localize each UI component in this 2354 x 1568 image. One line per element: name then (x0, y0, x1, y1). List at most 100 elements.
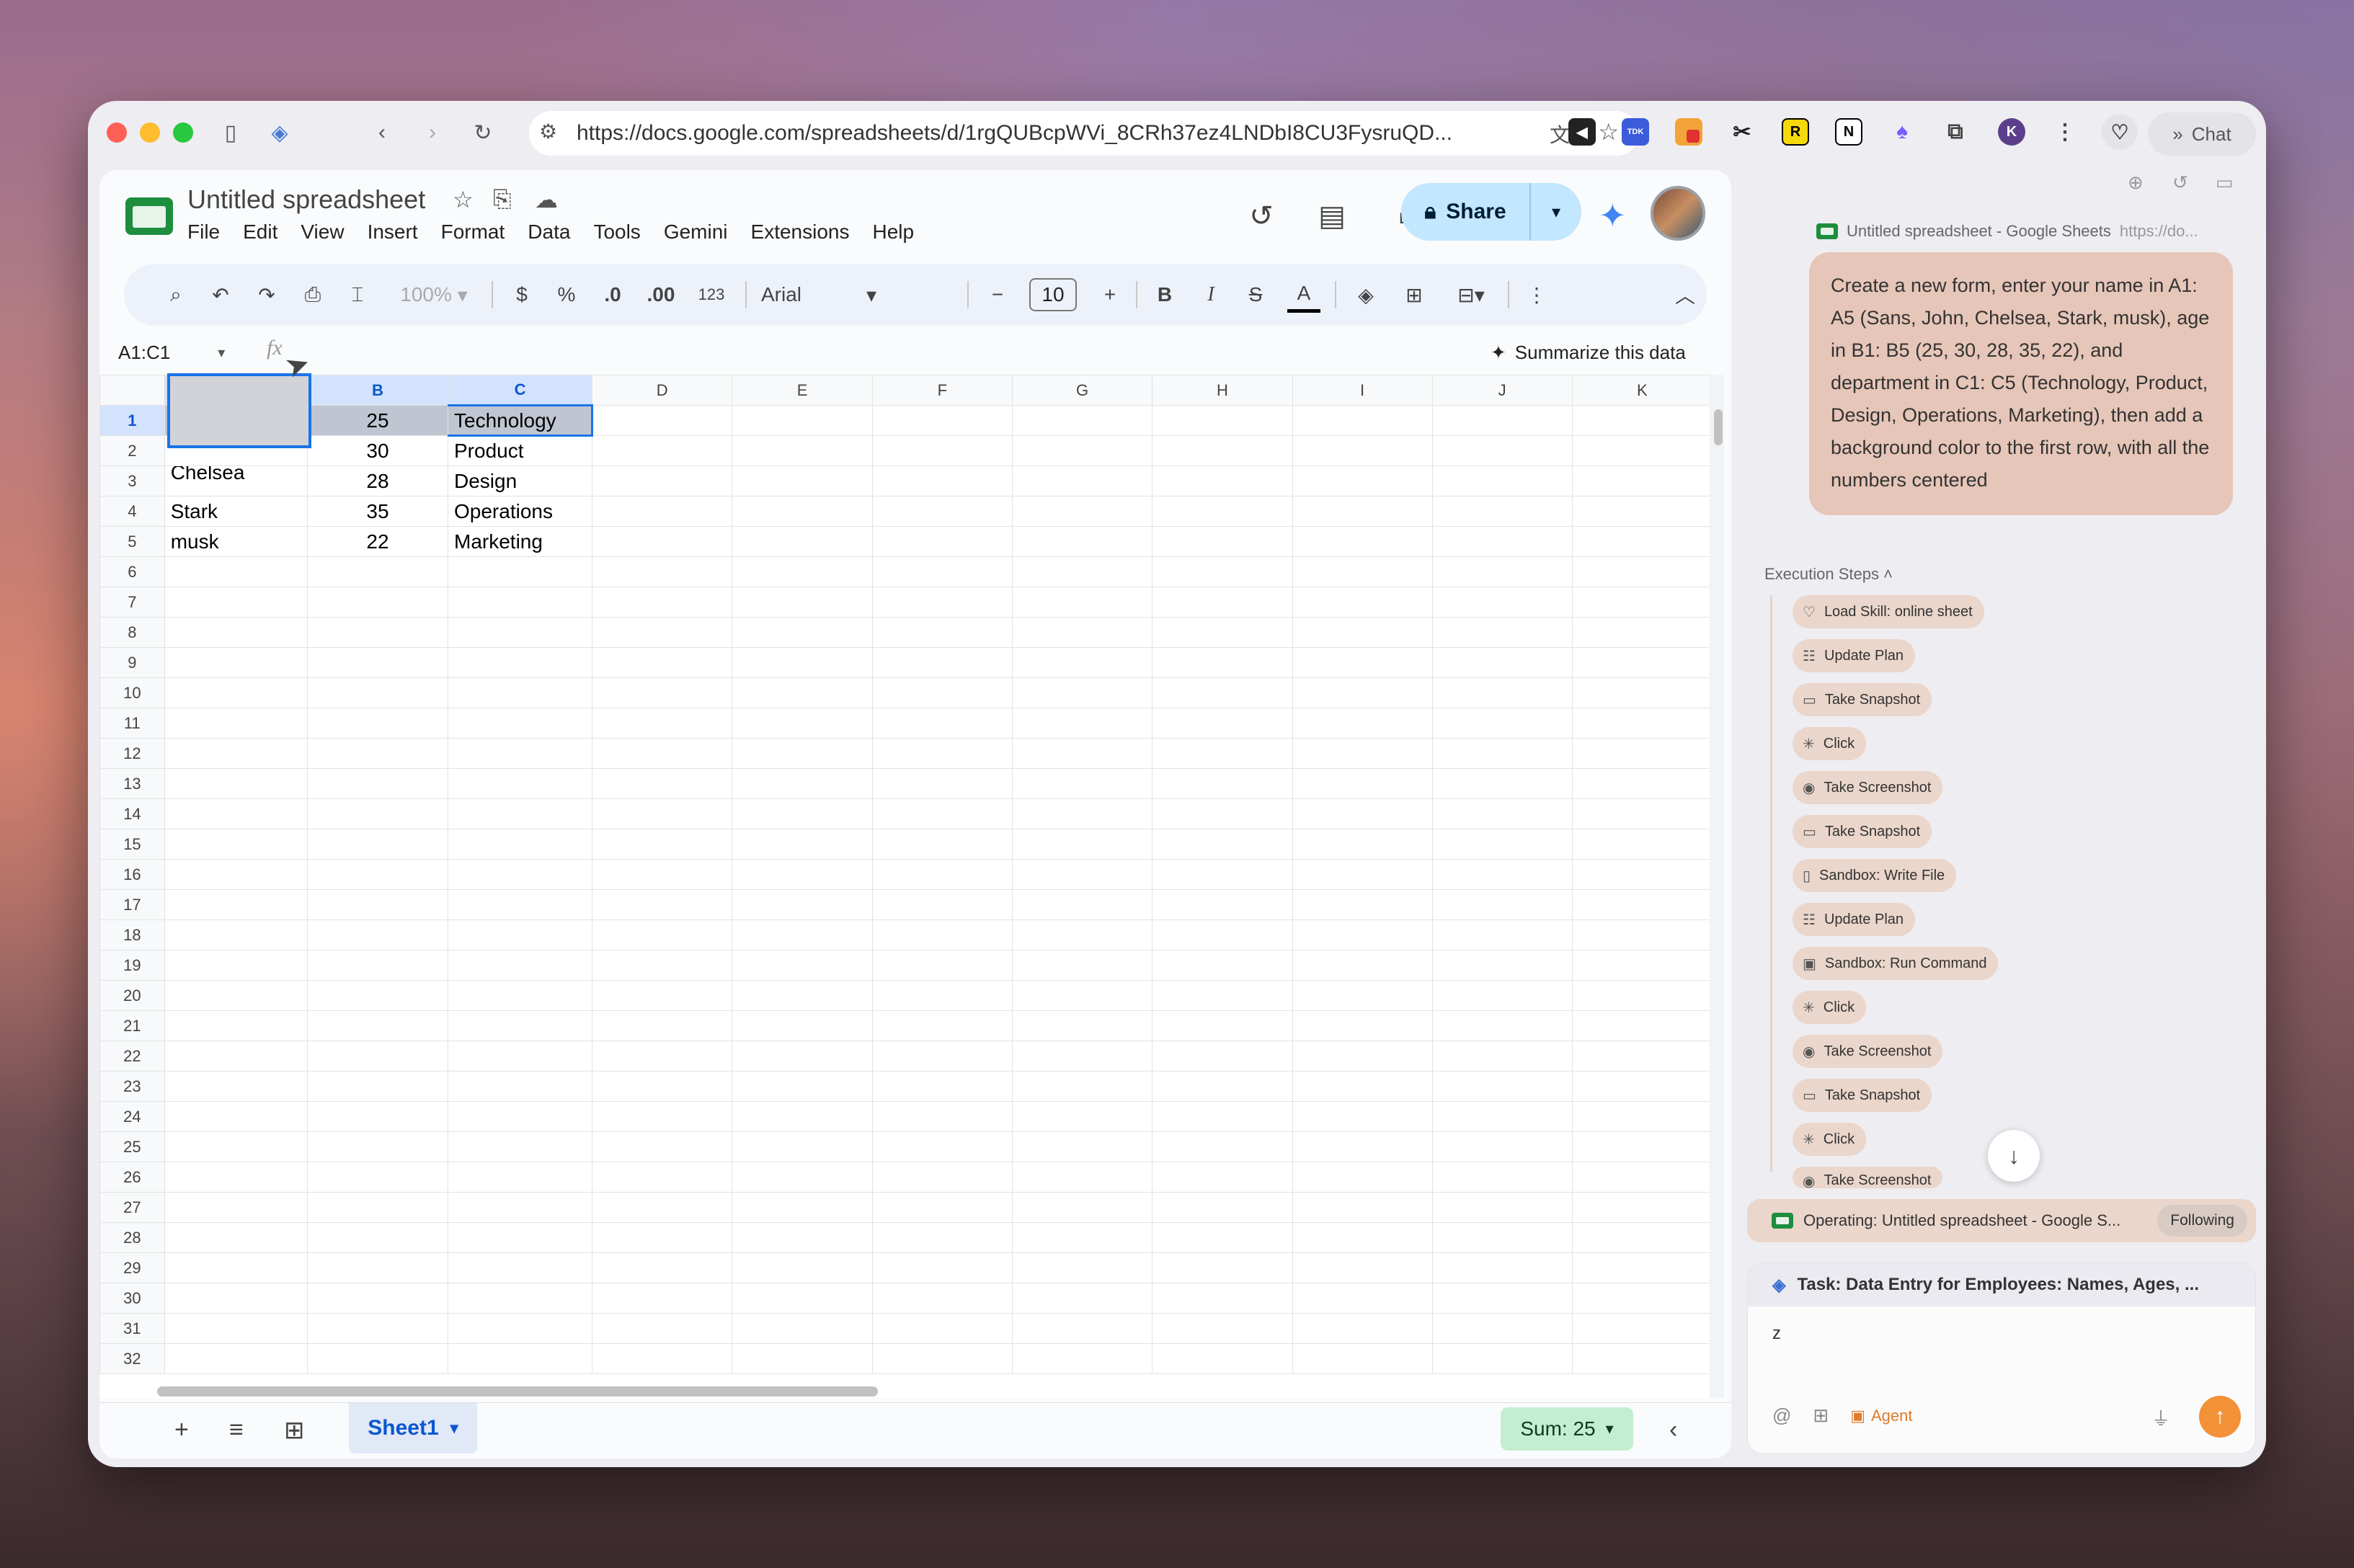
cell[interactable] (732, 738, 873, 769)
cell[interactable] (447, 980, 593, 1011)
cell[interactable] (1431, 647, 1573, 678)
cell[interactable] (1571, 405, 1713, 436)
cell[interactable] (592, 829, 733, 860)
row-header[interactable]: 29 (99, 1252, 165, 1283)
menu-help[interactable]: Help (872, 220, 914, 244)
undo-icon[interactable]: ↶ (205, 277, 236, 313)
cell[interactable] (732, 829, 873, 860)
cell[interactable] (732, 1010, 873, 1041)
share-dropdown-icon[interactable]: ▾ (1531, 202, 1581, 223)
row-header[interactable]: 23 (99, 1071, 165, 1102)
cell[interactable] (1152, 1283, 1293, 1314)
cloud-saved-icon[interactable]: ☁ (535, 186, 558, 213)
layers-icon[interactable]: ◈ (264, 117, 296, 148)
row-header[interactable]: 15 (99, 829, 165, 860)
decrease-decimal-button[interactable]: .0 (597, 277, 629, 313)
mention-icon[interactable]: @ (1772, 1404, 1791, 1427)
new-chat-icon[interactable]: ⊕ (2128, 172, 2144, 194)
cell[interactable] (1292, 950, 1433, 981)
fill-color-icon[interactable]: ◈ (1349, 277, 1382, 313)
cell[interactable] (1152, 980, 1293, 1011)
font-size-input[interactable]: 10 (1029, 278, 1077, 311)
cell-a3[interactable]: Chelsea (164, 466, 308, 496)
cell[interactable] (732, 466, 873, 496)
cell[interactable] (1571, 950, 1713, 981)
cell[interactable] (164, 677, 308, 708)
chat-button[interactable]: » Chat (2148, 112, 2256, 156)
cell[interactable] (164, 587, 308, 618)
zoom-select[interactable]: 100% ▾ (391, 277, 477, 313)
column-header-h[interactable]: H (1152, 375, 1293, 406)
cell[interactable] (1152, 405, 1293, 436)
horizontal-scrollbar-thumb[interactable] (157, 1386, 878, 1396)
column-header-e[interactable]: E (732, 375, 873, 406)
cell[interactable] (447, 1162, 593, 1193)
text-color-icon[interactable]: A (1287, 277, 1320, 313)
step-item[interactable]: ✳ Click (1793, 991, 1867, 1024)
cell[interactable] (306, 1343, 449, 1374)
cell[interactable] (1431, 556, 1573, 587)
cell[interactable] (871, 617, 1013, 648)
cell[interactable] (732, 980, 873, 1011)
cell[interactable] (1011, 1162, 1153, 1193)
cell[interactable] (732, 859, 873, 890)
cell[interactable] (871, 1131, 1013, 1162)
column-header-g[interactable]: G (1011, 375, 1153, 406)
cell[interactable] (871, 1283, 1013, 1314)
cell[interactable] (592, 1162, 733, 1193)
menu-format[interactable]: Format (441, 220, 505, 244)
merge-cells-icon[interactable]: ⊟▾ (1446, 277, 1496, 313)
cell[interactable] (1292, 1192, 1433, 1223)
cell[interactable] (871, 466, 1013, 496)
send-button[interactable]: ↑ (2199, 1396, 2241, 1438)
cell[interactable] (306, 1010, 449, 1041)
menu-extensions[interactable]: Extensions (751, 220, 850, 244)
cell[interactable] (1431, 1071, 1573, 1102)
cell[interactable] (164, 889, 308, 920)
cell[interactable] (592, 647, 733, 678)
cell[interactable] (1152, 859, 1293, 890)
cell[interactable] (1011, 798, 1153, 829)
cell[interactable] (1152, 1041, 1293, 1072)
cell[interactable] (164, 829, 308, 860)
cell[interactable] (871, 1041, 1013, 1072)
row-header[interactable]: 28 (99, 1222, 165, 1253)
menu-gemini[interactable]: Gemini (664, 220, 728, 244)
cell[interactable] (1431, 708, 1573, 739)
scissors-icon[interactable]: ✂ (1728, 118, 1756, 146)
column-header-i[interactable]: I (1292, 375, 1433, 406)
cell[interactable] (1431, 768, 1573, 799)
cell[interactable] (592, 1071, 733, 1102)
menu-data[interactable]: Data (528, 220, 570, 244)
add-sheet-icon[interactable]: + (174, 1416, 189, 1444)
cell[interactable] (732, 768, 873, 799)
row-header[interactable]: 22 (99, 1041, 165, 1072)
cell[interactable] (732, 798, 873, 829)
cell[interactable] (1431, 587, 1573, 618)
cell[interactable] (1571, 1162, 1713, 1193)
cell[interactable] (306, 1283, 449, 1314)
cell[interactable] (871, 647, 1013, 678)
cell[interactable] (1431, 526, 1573, 557)
cell[interactable] (1011, 829, 1153, 860)
cell[interactable] (1571, 1041, 1713, 1072)
cell[interactable] (1152, 1252, 1293, 1283)
cell[interactable] (1011, 496, 1153, 527)
cell[interactable] (592, 526, 733, 557)
cell[interactable] (1431, 919, 1573, 950)
cell[interactable] (1011, 466, 1153, 496)
cell[interactable] (1011, 1041, 1153, 1072)
cell[interactable] (164, 1222, 308, 1253)
cell[interactable] (447, 587, 593, 618)
extension-flame-icon[interactable]: ♠ (1888, 118, 1916, 146)
cell[interactable] (1292, 798, 1433, 829)
cell[interactable] (1292, 1252, 1433, 1283)
step-item[interactable]: ◉ Take Screenshot (1793, 1167, 1943, 1188)
cell[interactable] (871, 859, 1013, 890)
cell[interactable] (871, 1010, 1013, 1041)
cell[interactable] (1292, 980, 1433, 1011)
cell[interactable] (732, 919, 873, 950)
cell[interactable] (732, 1192, 873, 1223)
extension-play-icon[interactable]: ◀ (1568, 118, 1596, 146)
cell[interactable] (1431, 466, 1573, 496)
